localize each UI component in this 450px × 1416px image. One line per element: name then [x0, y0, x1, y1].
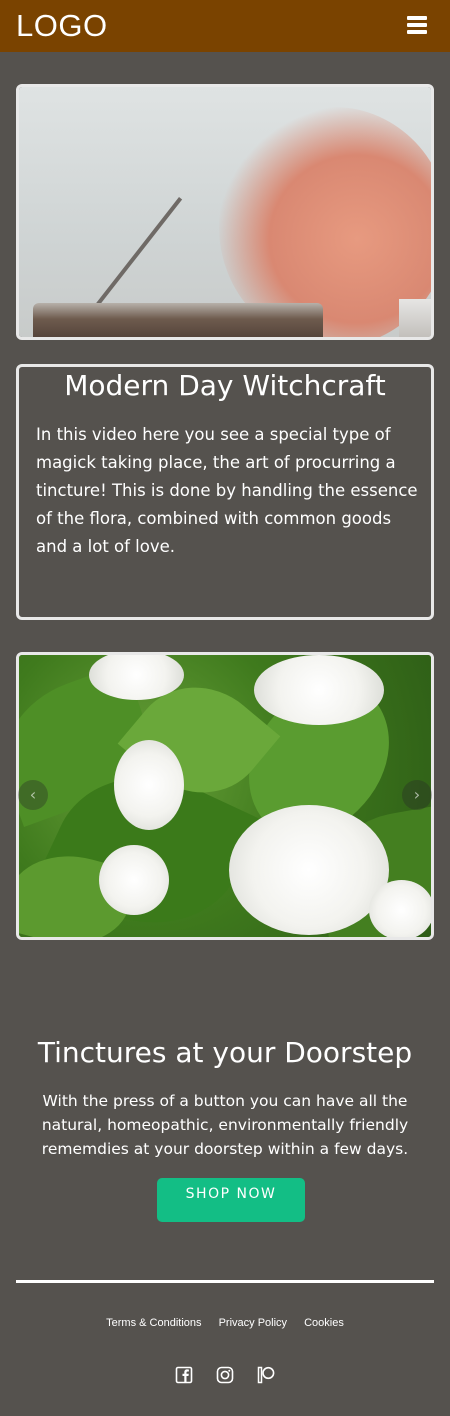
instagram-icon[interactable]	[216, 1366, 234, 1384]
info-card-body: In this video here you see a special typ…	[36, 425, 418, 556]
footer-links: Terms & Conditions Privacy Policy Cookie…	[0, 1317, 450, 1329]
carousel-prev-button[interactable]: ‹	[18, 780, 48, 810]
patreon-icon[interactable]	[257, 1366, 275, 1384]
promo-title: Tinctures at your Doorstep	[37, 1036, 413, 1069]
info-card-title: Modern Day Witchcraft	[64, 369, 386, 402]
chevron-right-icon: ›	[413, 785, 421, 804]
terms-link[interactable]: Terms & Conditions	[106, 1317, 201, 1329]
video-thumbnail	[19, 87, 431, 337]
logo[interactable]: LOGO	[16, 8, 108, 44]
privacy-policy-link[interactable]: Privacy Policy	[219, 1317, 287, 1329]
chevron-left-icon: ‹	[29, 785, 37, 804]
flower-carousel[interactable]	[16, 652, 434, 940]
promo-text: With the press of a button you can have …	[41, 1092, 409, 1158]
footer-divider	[16, 1280, 434, 1283]
hamburger-icon	[407, 16, 427, 20]
video-player[interactable]	[16, 84, 434, 340]
site-header: LOGO	[0, 0, 450, 52]
cookies-link[interactable]: Cookies	[304, 1317, 344, 1329]
carousel-next-button[interactable]: ›	[402, 780, 432, 810]
flower-photo	[19, 655, 431, 937]
shop-now-button[interactable]: SHOP NOW	[157, 1178, 305, 1222]
info-card: Modern Day Witchcraft In this video here…	[16, 364, 434, 620]
hamburger-menu-button[interactable]	[407, 16, 427, 34]
facebook-icon[interactable]	[175, 1366, 193, 1384]
social-links	[0, 1364, 450, 1384]
